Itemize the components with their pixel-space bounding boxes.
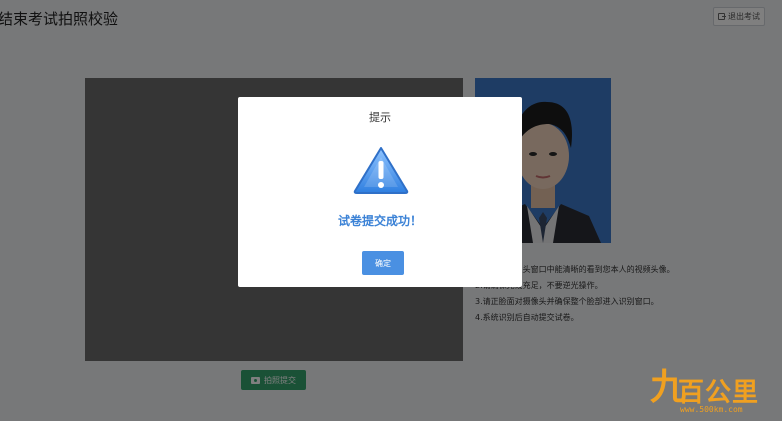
dialog-message: 试卷提交成功！ (337, 214, 422, 228)
watermark-url: www.500km.com (680, 405, 743, 414)
dialog-title: 提示 (369, 111, 391, 124)
watermark-text: 百公里 (678, 378, 760, 408)
success-dialog: 提示 试卷提交成功！ 确定 (238, 97, 522, 287)
ok-button[interactable]: 确定 (362, 251, 404, 275)
warning-icon (353, 147, 409, 194)
